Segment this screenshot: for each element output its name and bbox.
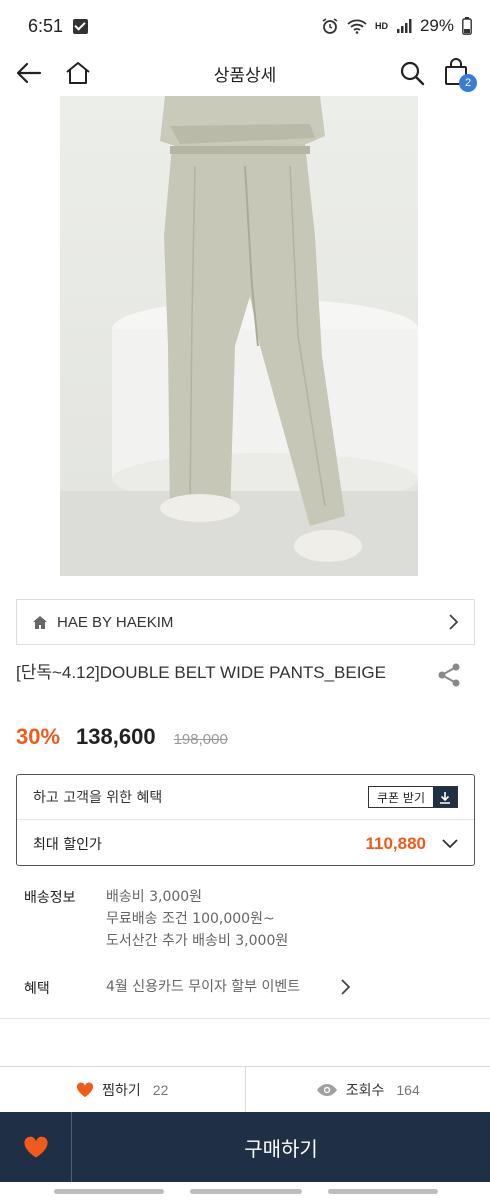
status-time: 6:51: [28, 15, 64, 36]
get-coupon-label: 쿠폰 받기: [377, 790, 425, 805]
status-right: HD 29%: [321, 16, 472, 36]
like-label: 찜하기: [102, 1082, 141, 1099]
cart-button[interactable]: 2: [441, 56, 477, 92]
view-count: 164: [396, 1081, 420, 1098]
hd-voice-icon: HD: [374, 21, 388, 31]
free-shipping-condition: 무료배송 조건 100,000원~: [106, 911, 275, 927]
app-header: 상품상세 2: [0, 52, 490, 94]
search-button[interactable]: [396, 57, 428, 89]
max-discount-price: 110,880: [365, 834, 426, 853]
benefit-text: 하고 고객을 위한 혜택: [33, 790, 163, 806]
shipping-label: 배송정보: [24, 890, 76, 906]
discount-rate: 30%: [16, 724, 61, 749]
product-image[interactable]: [60, 96, 418, 576]
chevron-right-icon[interactable]: [340, 978, 350, 996]
coupon-box: 하고 고객을 위한 혜택 쿠폰 받기 최대 할인가 110,880: [16, 774, 475, 866]
shipping-info: 배송비 3,000원 무료배송 조건 100,000원~ 도서산간 추가 배송비…: [106, 886, 288, 952]
chevron-down-icon: [442, 839, 458, 849]
shipping-fee: 배송비 3,000원: [106, 889, 203, 905]
heart-icon: [23, 1136, 48, 1158]
signal-icon: [396, 19, 412, 33]
product-photo: [60, 96, 418, 576]
like-count: 22: [152, 1081, 169, 1098]
max-discount-label: 최대 할인가: [33, 837, 102, 853]
stats-bar: 찜하기 22 조회수 164: [0, 1066, 490, 1112]
eye-icon: [316, 1083, 337, 1096]
battery-icon: [462, 17, 472, 35]
wifi-icon: [347, 19, 367, 34]
section-divider: [0, 1018, 490, 1019]
price-row: 30% 138,600 198,000: [16, 724, 228, 750]
download-icon: [433, 787, 457, 807]
nav-pill[interactable]: [54, 1189, 164, 1194]
notification-check-icon: [73, 18, 89, 34]
product-name: [단독~4.12]DOUBLE BELT WIDE PANTS_BEIGE: [16, 663, 386, 682]
share-button[interactable]: [436, 662, 462, 692]
remote-area-fee: 도서산간 추가 배송비 3,000원: [106, 933, 289, 949]
search-icon: [400, 61, 425, 86]
max-discount-row[interactable]: 최대 할인가 110,880: [17, 821, 474, 867]
system-nav-bar: [0, 1182, 490, 1200]
benefit-value[interactable]: 4월 신용카드 무이자 할부 이벤트: [106, 976, 300, 998]
wishlist-button[interactable]: [0, 1112, 72, 1182]
view-stat: 조회수 164: [244, 1067, 490, 1112]
coupon-benefit-row: 하고 고객을 위한 혜택 쿠폰 받기: [17, 775, 474, 820]
benefit-label: 혜택: [24, 981, 50, 997]
battery-percent: 29%: [419, 16, 454, 35]
like-stat[interactable]: 찜하기 22: [0, 1067, 245, 1112]
home-small-icon: [33, 615, 47, 629]
nav-pill[interactable]: [328, 1189, 438, 1194]
share-icon: [438, 663, 460, 687]
chevron-right-icon: [449, 614, 458, 630]
brand-name: HAE BY HAEKIM: [57, 613, 174, 631]
original-price: 198,000: [173, 731, 228, 748]
cart-count-badge: 2: [459, 74, 477, 92]
sale-price: 138,600: [76, 724, 156, 749]
heart-icon: [77, 1081, 94, 1097]
brand-link[interactable]: HAE BY HAEKIM: [16, 599, 475, 645]
nav-pill[interactable]: [190, 1189, 302, 1194]
alarm-icon: [322, 18, 338, 34]
buy-button[interactable]: 구매하기: [72, 1112, 490, 1182]
get-coupon-button[interactable]: 쿠폰 받기: [368, 786, 458, 808]
status-bar: 6:51 HD 29%: [0, 0, 490, 52]
bottom-action-bar: 구매하기: [0, 1112, 490, 1182]
view-label: 조회수: [345, 1082, 385, 1099]
